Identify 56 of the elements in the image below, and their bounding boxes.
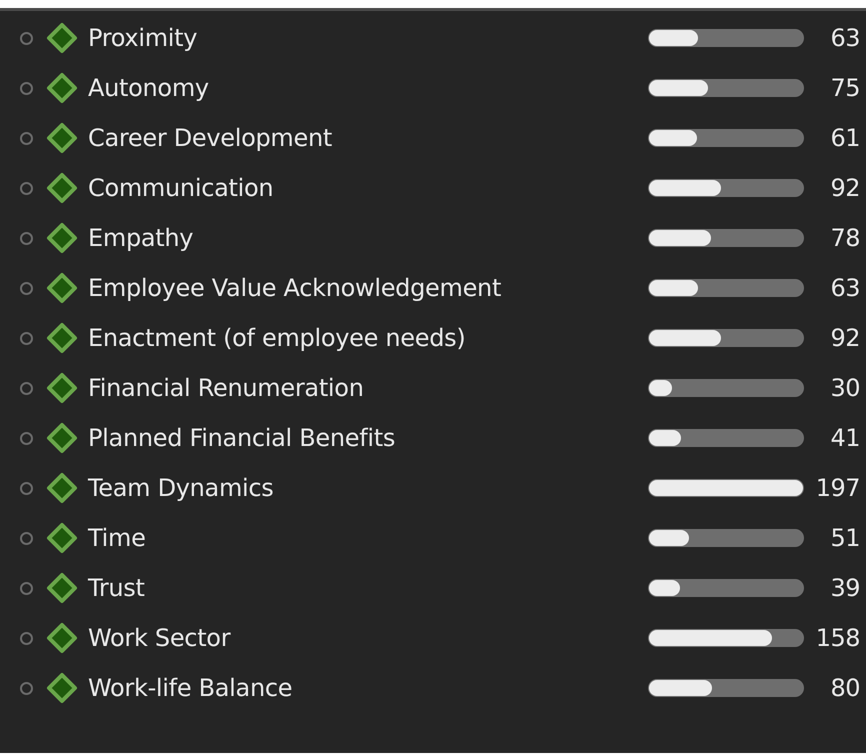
radio-button[interactable]	[20, 682, 33, 694]
item-value: 51	[829, 524, 861, 552]
diamond-icon	[46, 472, 78, 504]
diamond-icon	[46, 672, 78, 704]
diamond-icon	[46, 72, 78, 104]
radio-button[interactable]	[20, 32, 33, 44]
diamond-icon	[46, 272, 78, 304]
item-label: Financial Renumeration	[88, 374, 365, 402]
item-label: Autonomy	[88, 74, 210, 102]
item-label: Employee Value Acknowledgement	[88, 274, 502, 302]
item-label: Empathy	[88, 224, 194, 252]
diamond-icon	[46, 422, 78, 454]
diamond-icon	[46, 222, 78, 254]
item-label: Work-life Balance	[88, 674, 294, 702]
item-label: Enactment (of employee needs)	[88, 324, 466, 352]
item-label: Career Development	[88, 124, 333, 152]
item-value: 39	[829, 574, 861, 602]
radio-button[interactable]	[20, 132, 33, 144]
item-label: Planned Financial Benefits	[88, 424, 396, 452]
diamond-icon	[46, 22, 78, 54]
radio-button[interactable]	[20, 232, 33, 244]
item-label: Trust	[88, 574, 146, 602]
radio-button[interactable]	[20, 332, 33, 344]
radio-button[interactable]	[20, 82, 33, 94]
radio-button[interactable]	[20, 632, 33, 644]
item-label: Team Dynamics	[88, 474, 275, 502]
item-value: 92	[829, 174, 861, 202]
diamond-icon	[46, 372, 78, 404]
item-value: 41	[829, 424, 861, 452]
diamond-icon	[46, 122, 78, 154]
diamond-icon	[46, 322, 78, 354]
item-value: 92	[829, 324, 861, 352]
radio-button[interactable]	[20, 482, 33, 494]
diamond-icon	[46, 572, 78, 604]
item-value: 158	[814, 624, 861, 652]
item-value: 30	[829, 374, 861, 402]
item-label: Time	[88, 524, 147, 552]
item-label: Work Sector	[88, 624, 232, 652]
radio-button[interactable]	[20, 182, 33, 194]
item-label: Proximity	[88, 24, 198, 52]
radio-button[interactable]	[20, 432, 33, 444]
item-value: 80	[829, 674, 861, 702]
radio-button[interactable]	[20, 532, 33, 544]
radio-button[interactable]	[20, 382, 33, 394]
item-value: 63	[829, 24, 861, 52]
radio-button[interactable]	[20, 282, 33, 294]
item-value: 75	[829, 74, 861, 102]
radio-button[interactable]	[20, 582, 33, 594]
item-label: Communication	[88, 174, 274, 202]
item-value: 78	[829, 224, 861, 252]
item-value: 61	[829, 124, 861, 152]
item-value: 63	[829, 274, 861, 302]
diamond-icon	[46, 622, 78, 654]
diamond-icon	[46, 172, 78, 204]
diamond-icon	[46, 522, 78, 554]
item-value: 197	[814, 474, 861, 502]
